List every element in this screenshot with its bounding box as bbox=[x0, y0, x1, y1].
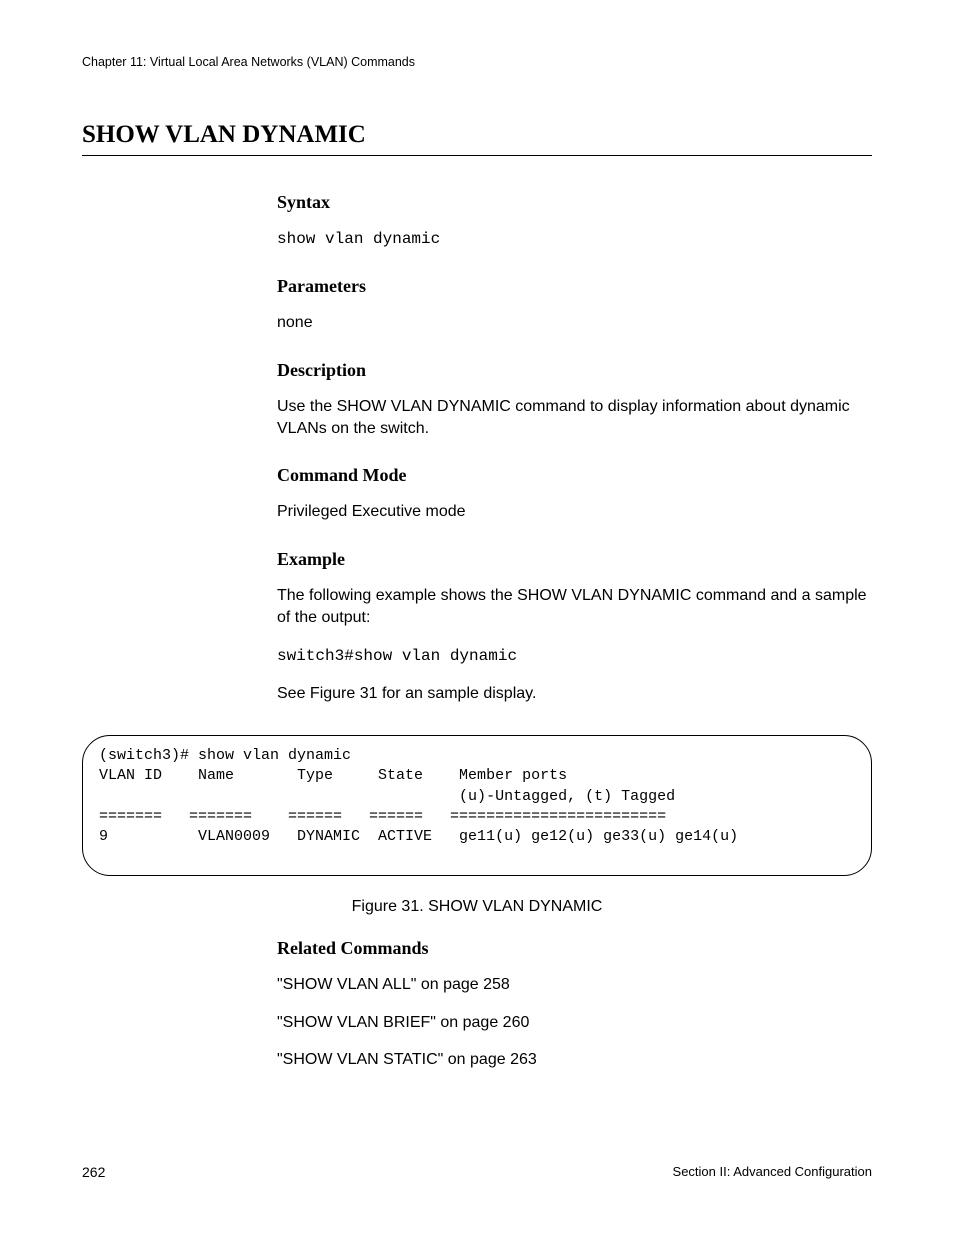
figure-output-text: (switch3)# show vlan dynamic VLAN ID Nam… bbox=[99, 746, 855, 847]
related-area: Related Commands "SHOW VLAN ALL" on page… bbox=[0, 938, 954, 1071]
example-see-text: See Figure 31 for an sample display. bbox=[277, 683, 872, 705]
chapter-label: Chapter 11: Virtual Local Area Networks … bbox=[82, 55, 415, 69]
page-header: Chapter 11: Virtual Local Area Networks … bbox=[0, 0, 954, 69]
example-heading: Example bbox=[277, 549, 872, 570]
related-link: "SHOW VLAN BRIEF" on page 260 bbox=[277, 1012, 872, 1034]
figure-caption: Figure 31. SHOW VLAN DYNAMIC bbox=[0, 898, 954, 916]
page-number: 262 bbox=[82, 1164, 105, 1180]
figure-output-box: (switch3)# show vlan dynamic VLAN ID Nam… bbox=[82, 735, 872, 876]
parameters-text: none bbox=[277, 312, 872, 334]
syntax-heading: Syntax bbox=[277, 192, 872, 213]
footer-section: Section II: Advanced Configuration bbox=[673, 1164, 872, 1180]
related-link: "SHOW VLAN ALL" on page 258 bbox=[277, 974, 872, 996]
parameters-heading: Parameters bbox=[277, 276, 872, 297]
example-intro: The following example shows the SHOW VLA… bbox=[277, 585, 872, 630]
content-area: Syntax show vlan dynamic Parameters none… bbox=[0, 156, 954, 705]
related-link: "SHOW VLAN STATIC" on page 263 bbox=[277, 1049, 872, 1071]
page-footer: 262 Section II: Advanced Configuration bbox=[82, 1164, 872, 1180]
page-title: SHOW VLAN DYNAMIC bbox=[0, 69, 954, 149]
command-mode-heading: Command Mode bbox=[277, 465, 872, 486]
description-text: Use the SHOW VLAN DYNAMIC command to dis… bbox=[277, 396, 872, 441]
description-heading: Description bbox=[277, 360, 872, 381]
syntax-command: show vlan dynamic bbox=[277, 228, 872, 251]
example-command: switch3#show vlan dynamic bbox=[277, 645, 872, 668]
related-heading: Related Commands bbox=[277, 938, 872, 959]
command-mode-text: Privileged Executive mode bbox=[277, 501, 872, 523]
